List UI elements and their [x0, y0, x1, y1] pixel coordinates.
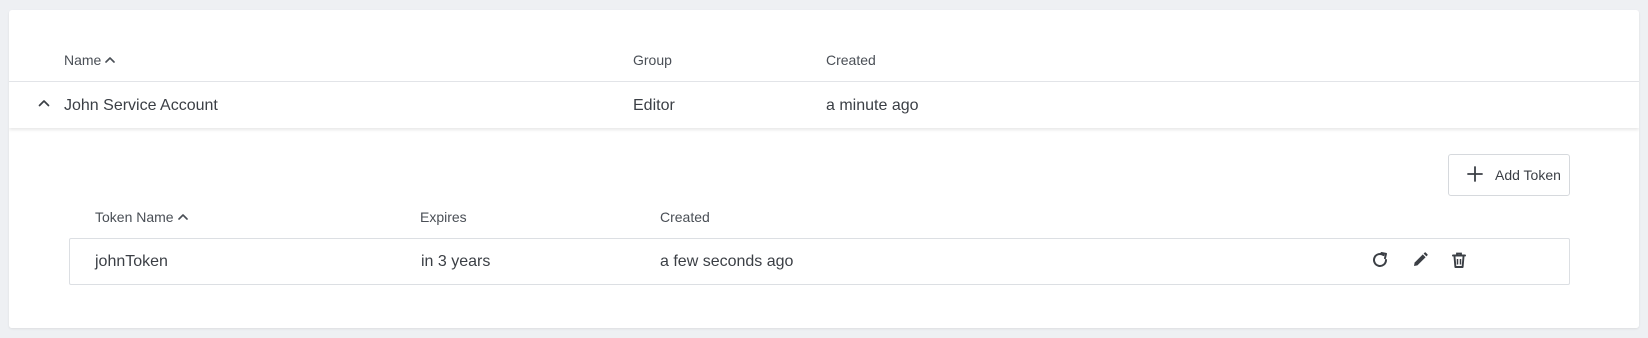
token-name: johnToken	[95, 253, 168, 270]
accounts-table-header: Name Group Created	[9, 10, 1639, 82]
tokens-panel: Add Token Token Name Expires Created joh…	[9, 128, 1639, 328]
add-token-label: Add Token	[1495, 167, 1561, 183]
column-header-name[interactable]: Name	[64, 52, 116, 68]
column-header-name-label: Name	[64, 52, 102, 68]
refresh-icon	[1370, 250, 1390, 275]
service-accounts-card: Name Group Created John Service Account …	[9, 10, 1639, 328]
collapse-row-button[interactable]	[35, 94, 53, 112]
column-header-token-created-label: Created	[660, 209, 710, 225]
edit-icon	[1411, 251, 1429, 274]
column-header-created-label: Created	[826, 52, 876, 68]
table-row[interactable]: John Service Account Editor a minute ago	[9, 82, 1639, 128]
account-group: Editor	[633, 97, 675, 114]
token-expires: in 3 years	[421, 253, 491, 270]
token-created: a few seconds ago	[660, 253, 794, 270]
account-created: a minute ago	[826, 97, 919, 114]
column-header-expires-label: Expires	[420, 209, 467, 225]
chevron-up-icon	[105, 56, 116, 64]
chevron-up-icon	[177, 213, 188, 221]
column-header-token-name-label: Token Name	[95, 209, 174, 225]
column-header-expires[interactable]: Expires	[420, 209, 467, 225]
account-name: John Service Account	[64, 97, 218, 114]
column-header-token-name[interactable]: Token Name	[95, 209, 188, 225]
column-header-group-label: Group	[633, 52, 672, 68]
column-header-created[interactable]: Created	[826, 52, 876, 68]
column-header-group[interactable]: Group	[633, 52, 672, 68]
delete-token-button[interactable]	[1448, 251, 1470, 273]
add-token-button[interactable]: Add Token	[1448, 154, 1570, 196]
token-row[interactable]: johnToken in 3 years a few seconds ago	[69, 238, 1570, 285]
edit-token-button[interactable]	[1409, 251, 1431, 273]
column-header-token-created[interactable]: Created	[660, 209, 710, 225]
delete-icon	[1450, 251, 1468, 274]
chevron-up-icon	[38, 94, 50, 112]
plus-icon	[1467, 165, 1483, 185]
regenerate-token-button[interactable]	[1369, 251, 1391, 273]
